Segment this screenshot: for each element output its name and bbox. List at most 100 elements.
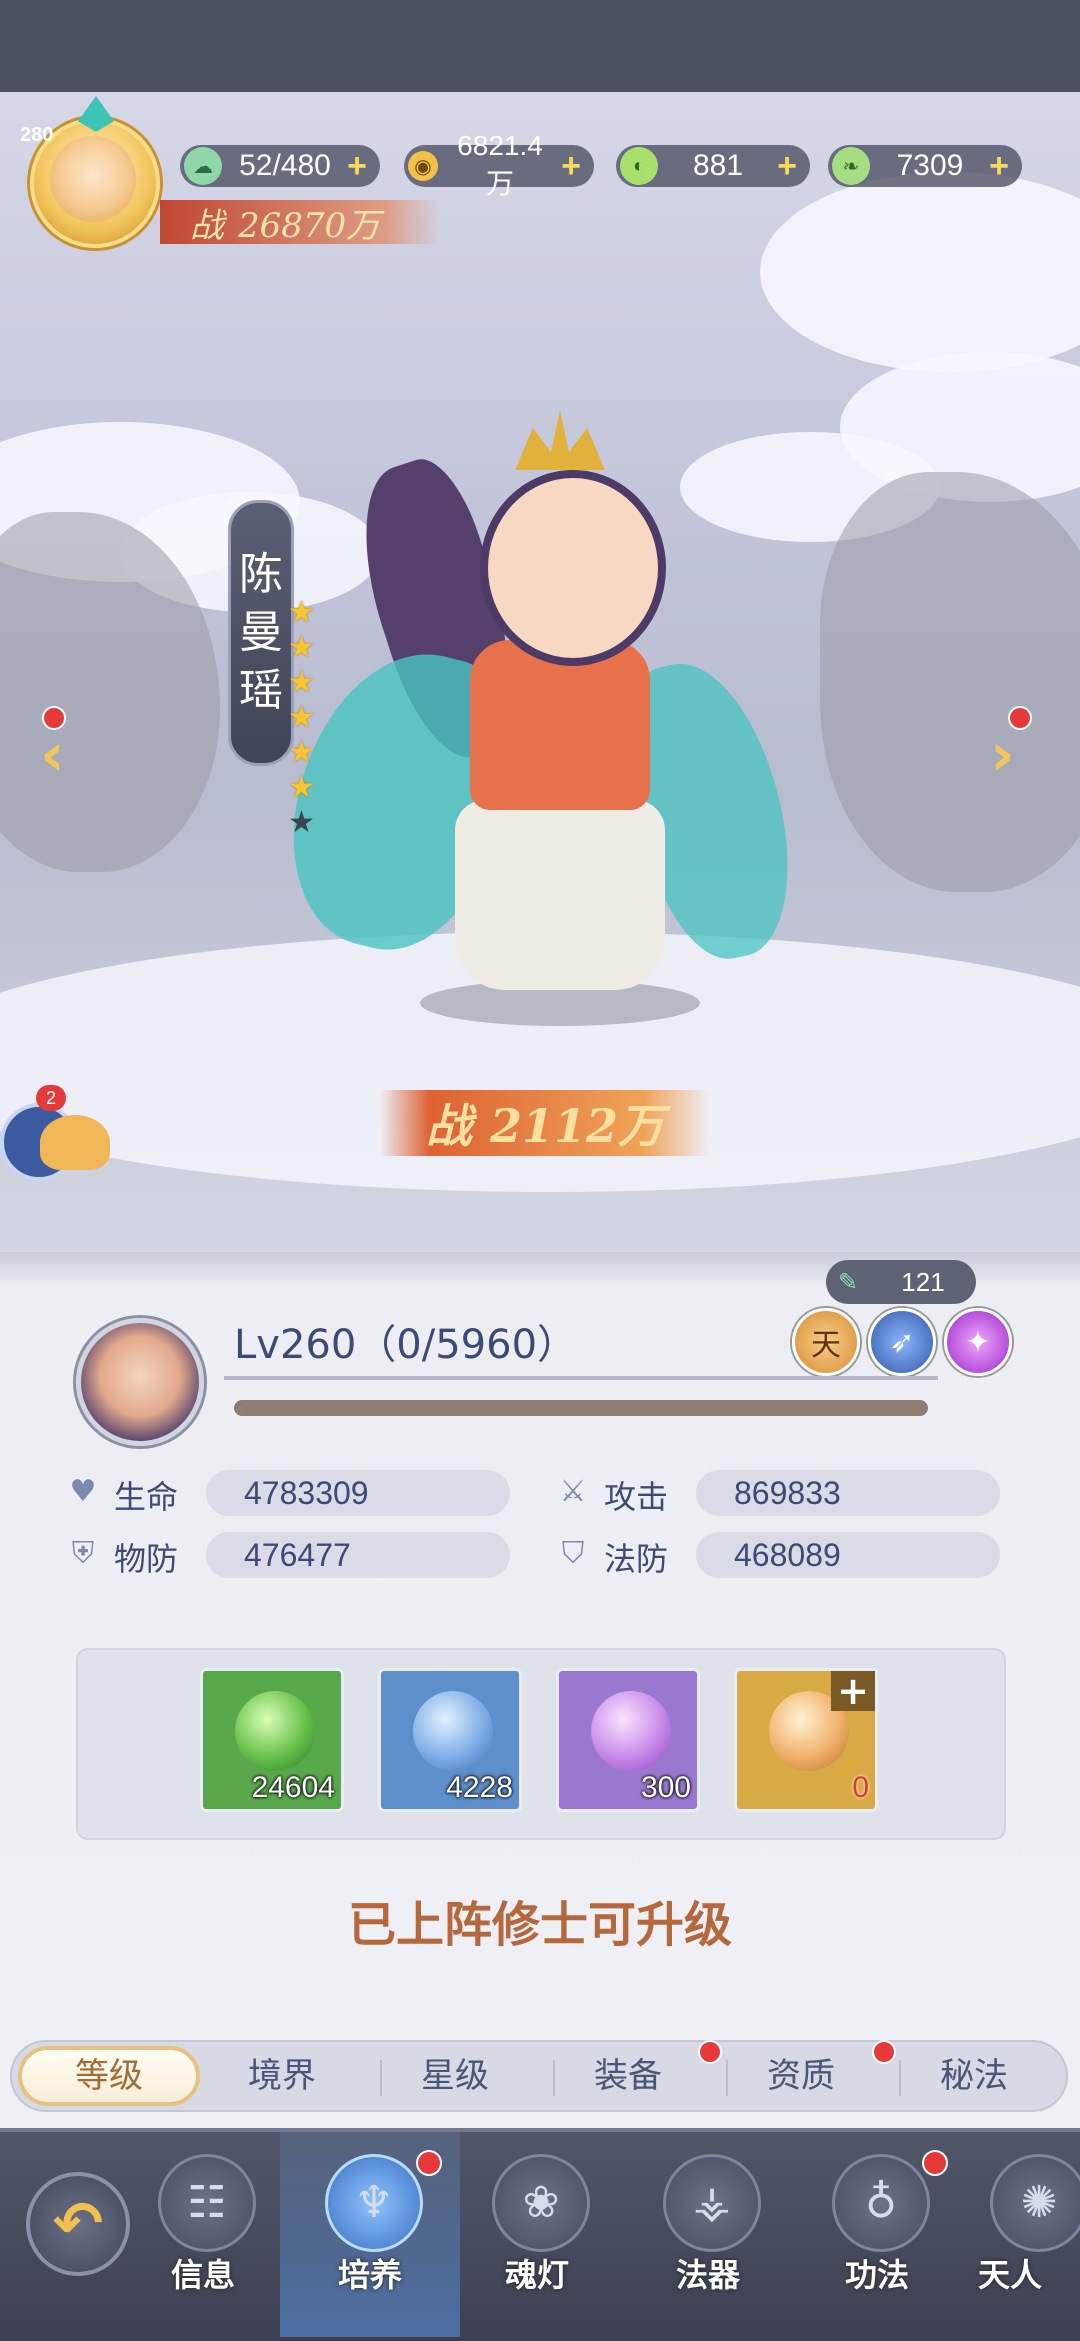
shield-icon: ⛨ (71, 1536, 95, 1571)
name-char: 曼 (239, 607, 283, 658)
player-power: 战 26870万 (160, 200, 440, 246)
nav-cultivate[interactable]: ♆ 培养 (305, 2150, 435, 2294)
material-item-blue[interactable]: 4228 (378, 1668, 522, 1812)
jade-icon: ◐ (620, 147, 658, 185)
leaf-icon: ❧ (832, 147, 870, 185)
character-top (470, 640, 650, 810)
stat-label-mdef: 法防 (604, 1540, 669, 1578)
notification-dot (922, 2150, 948, 2176)
tab-equipment[interactable]: 装备 (542, 2046, 714, 2106)
power-value: 26870万 (238, 205, 381, 246)
star-icon: ★ (288, 770, 315, 805)
star-icon: ★ (288, 805, 315, 840)
heart-icon: ♥ (69, 1474, 97, 1509)
scroll-icon: ☷ (158, 2154, 256, 2252)
spirit-badge[interactable]: ✦ (944, 1308, 1012, 1376)
star-rating: ★ ★ ★ ★ ★ ★ ★ (288, 595, 324, 840)
leaf-value: 7309 (896, 149, 964, 182)
add-material-button[interactable]: + (831, 1671, 875, 1711)
snail-helper[interactable]: 2 (0, 1085, 110, 1185)
mandala-icon: ✺ (990, 2154, 1080, 2252)
tab-realm[interactable]: 境界 (196, 2046, 368, 2106)
stat-value-hp: 4783309 (206, 1470, 510, 1516)
nav-info[interactable]: ☷ 信息 (138, 2150, 268, 2294)
nav-soul-lamp[interactable]: ❀ 魂灯 (472, 2150, 602, 2294)
nav-tianren[interactable]: ✺ 天人 (970, 2150, 1080, 2290)
nav-label: 培养 (337, 2256, 402, 2294)
add-jade-button[interactable]: + (772, 149, 802, 183)
coin-value: 6821.4万 (457, 130, 543, 199)
stat-label-pdef: 物防 (114, 1540, 179, 1578)
blue-orb-icon (413, 1691, 493, 1771)
nav-label: 功法 (844, 2256, 909, 2294)
stat-label-hp: 生命 (114, 1478, 179, 1516)
jade-value: 881 (692, 149, 744, 182)
nav-label: 魂灯 (504, 2256, 569, 2294)
material-item-green[interactable]: 24604 (200, 1668, 344, 1812)
coin-icon: ◉ (408, 151, 438, 181)
add-coin-button[interactable]: + (556, 149, 586, 183)
snail-body (40, 1115, 110, 1170)
material-count: 300 (640, 1771, 691, 1804)
tian-badge[interactable]: 天 (792, 1308, 860, 1376)
material-count: 0 (852, 1771, 869, 1804)
scroll-count: 121 (901, 1266, 945, 1297)
material-item-purple[interactable]: 300 (556, 1668, 700, 1812)
character-power-value: 2112万 (489, 1099, 665, 1153)
notification-dot (1008, 706, 1032, 730)
scroll-counter[interactable]: ✎ 121 (826, 1260, 976, 1304)
lotus-lamp-icon: ❀ (492, 2154, 590, 2252)
character-pants (455, 800, 665, 990)
tab-aptitude[interactable]: 资质 (715, 2046, 887, 2106)
resource-jade[interactable]: ◐ 881 + (616, 145, 810, 187)
top-status-bar (0, 0, 1080, 92)
sword-badge[interactable]: ➶ (868, 1308, 936, 1376)
magic-shield-icon: ⛉ (561, 1536, 585, 1571)
back-arrow-icon[interactable]: ↶ (26, 2172, 130, 2276)
character-head[interactable] (480, 470, 666, 666)
resource-stamina[interactable]: ☁ 52/480 + (180, 145, 380, 187)
exp-bar (234, 1400, 928, 1416)
tab-star[interactable]: 星级 (369, 2046, 541, 2106)
stat-value-atk: 869833 (696, 1470, 1000, 1516)
resource-leaf[interactable]: ❧ 7309 + (828, 145, 1022, 187)
character-portrait[interactable] (76, 1318, 204, 1446)
next-character-arrow-icon[interactable]: › (990, 720, 1015, 790)
star-icon: ★ (288, 595, 315, 630)
character-power: 战 2112万 (380, 1090, 710, 1156)
stat-label-atk: 攻击 (604, 1478, 669, 1516)
resource-coin[interactable]: ◉ 6821.4万 + (404, 130, 594, 199)
material-count: 4228 (446, 1771, 513, 1804)
add-stamina-button[interactable]: + (342, 149, 372, 183)
character-name-banner: 陈 曼 瑶 (228, 500, 294, 766)
add-leaf-button[interactable]: + (984, 149, 1014, 183)
tab-secret-art[interactable]: 秘法 (888, 2046, 1060, 2106)
star-icon: ★ (288, 735, 315, 770)
stamina-value: 52/480 (239, 149, 331, 182)
star-icon: ★ (288, 665, 315, 700)
attribute-badges: 天 ➶ ✦ (792, 1308, 1012, 1376)
cultivate-icon: ♆ (325, 2154, 423, 2252)
tab-level[interactable]: 等级 (18, 2046, 200, 2106)
star-icon: ★ (288, 630, 315, 665)
exp-divider (224, 1376, 938, 1380)
nav-label: 天人 (978, 2256, 1043, 2290)
artifact-icon: ⚶ (663, 2154, 761, 2252)
sword-icon: ⚔ (559, 1474, 587, 1509)
snail-badge: 2 (36, 1085, 66, 1111)
green-orb-icon (235, 1691, 315, 1771)
prev-character-arrow-icon[interactable]: ‹ (40, 720, 65, 790)
name-char: 瑶 (239, 665, 283, 716)
stat-value-mdef: 468089 (696, 1532, 1000, 1578)
material-count: 24604 (251, 1771, 335, 1804)
player-face (50, 136, 136, 222)
player-avatar[interactable] (6, 96, 186, 266)
notification-dot (416, 2150, 442, 2176)
nav-artifact[interactable]: ⚶ 法器 (643, 2150, 773, 2294)
upgrade-hint: 已上阵修士可升级 (347, 1897, 732, 1953)
scroll-icon: ✎ (837, 1268, 859, 1296)
level-text: Lv260（0/5960） (234, 1322, 578, 1368)
nav-technique[interactable]: ♁ 功法 (812, 2150, 942, 2294)
material-item-gold[interactable]: + 0 (734, 1668, 878, 1812)
gourd-icon: ♁ (832, 2154, 930, 2252)
